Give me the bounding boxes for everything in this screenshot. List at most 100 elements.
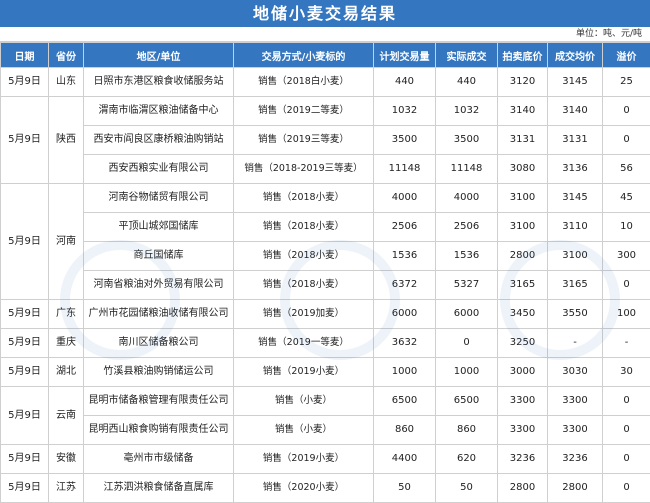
- cell-method: 销售（2019二等麦）: [234, 97, 374, 126]
- cell-date: 5月9日: [1, 329, 49, 358]
- cell-floor: 2800: [498, 242, 548, 271]
- cell-avg: -: [548, 329, 603, 358]
- cell-method: 销售（2019一等麦）: [234, 329, 374, 358]
- table-row: 河南省粮油对外贸易有限公司销售（2018小麦）63725327316531650: [1, 271, 650, 300]
- cell-floor: 3131: [498, 126, 548, 155]
- cell-province: 安徽: [49, 445, 84, 474]
- cell-unit: 亳州市市级储备: [84, 445, 234, 474]
- cell-method: 销售（小麦）: [234, 416, 374, 445]
- cell-avg: 3145: [548, 184, 603, 213]
- cell-unit: 江苏泗洪粮食储备直属库: [84, 474, 234, 503]
- header-unit: 地区/单位: [84, 43, 234, 68]
- cell-plan: 1032: [374, 97, 436, 126]
- cell-plan: 1000: [374, 358, 436, 387]
- cell-date: 5月9日: [1, 97, 49, 184]
- cell-premium: 0: [603, 416, 650, 445]
- cell-method: 销售（2018小麦）: [234, 184, 374, 213]
- table-row: 商丘国储库销售（2018小麦）1536153628003100300: [1, 242, 650, 271]
- transaction-table: 日期 省份 地区/单位 交易方式/小麦标的 计划交易量 实际成交 拍卖底价 成交…: [0, 42, 650, 503]
- header-date: 日期: [1, 43, 49, 68]
- cell-date: 5月9日: [1, 387, 49, 445]
- cell-plan: 860: [374, 416, 436, 445]
- cell-province: 陕西: [49, 97, 84, 184]
- cell-method: 销售（2018小麦）: [234, 213, 374, 242]
- cell-actual: 11148: [436, 155, 498, 184]
- cell-method: 销售（小麦）: [234, 387, 374, 416]
- cell-date: 5月9日: [1, 184, 49, 300]
- cell-unit: 商丘国储库: [84, 242, 234, 271]
- cell-avg: 3236: [548, 445, 603, 474]
- cell-premium: -: [603, 329, 650, 358]
- cell-date: 5月9日: [1, 300, 49, 329]
- cell-actual: 620: [436, 445, 498, 474]
- cell-unit: 南川区储备粮公司: [84, 329, 234, 358]
- cell-actual: 1536: [436, 242, 498, 271]
- cell-actual: 3500: [436, 126, 498, 155]
- table-row: 5月9日安徽亳州市市级储备销售（2019小麦）4400620323632360: [1, 445, 650, 474]
- cell-method: 销售（2019加麦）: [234, 300, 374, 329]
- cell-province: 江苏: [49, 474, 84, 503]
- cell-province: 广东: [49, 300, 84, 329]
- cell-unit: 平顶山城郊国储库: [84, 213, 234, 242]
- cell-method: 销售（2020小麦）: [234, 474, 374, 503]
- cell-floor: 3100: [498, 213, 548, 242]
- cell-premium: 0: [603, 445, 650, 474]
- cell-premium: 45: [603, 184, 650, 213]
- cell-avg: 3136: [548, 155, 603, 184]
- cell-actual: 5327: [436, 271, 498, 300]
- table-row: 平顶山城郊国储库销售（2018小麦）250625063100311010: [1, 213, 650, 242]
- cell-premium: 25: [603, 68, 650, 97]
- cell-plan: 1536: [374, 242, 436, 271]
- cell-unit: 昆明西山粮食购销有限责任公司: [84, 416, 234, 445]
- cell-plan: 4000: [374, 184, 436, 213]
- cell-avg: 3030: [548, 358, 603, 387]
- header-province: 省份: [49, 43, 84, 68]
- cell-floor: 3100: [498, 184, 548, 213]
- cell-province: 湖北: [49, 358, 84, 387]
- cell-premium: 0: [603, 126, 650, 155]
- header-plan: 计划交易量: [374, 43, 436, 68]
- cell-method: 销售（2019三等麦）: [234, 126, 374, 155]
- cell-unit: 竹溪县粮油购销储运公司: [84, 358, 234, 387]
- cell-actual: 860: [436, 416, 498, 445]
- table-row: 5月9日重庆南川区储备粮公司销售（2019一等麦）363203250--: [1, 329, 650, 358]
- cell-unit: 昆明市储备粮管理有限责任公司: [84, 387, 234, 416]
- cell-floor: 3450: [498, 300, 548, 329]
- cell-method: 销售（2018小麦）: [234, 242, 374, 271]
- cell-unit: 广州市花园储粮油收储有限公司: [84, 300, 234, 329]
- header-row: 日期 省份 地区/单位 交易方式/小麦标的 计划交易量 实际成交 拍卖底价 成交…: [1, 43, 650, 68]
- header-floor: 拍卖底价: [498, 43, 548, 68]
- table-row: 昆明西山粮食购销有限责任公司销售（小麦）860860330033000: [1, 416, 650, 445]
- cell-plan: 50: [374, 474, 436, 503]
- table-row: 5月9日陕西渭南市临渭区粮油储备中心销售（2019二等麦）10321032314…: [1, 97, 650, 126]
- cell-unit: 河南谷物储贸有限公司: [84, 184, 234, 213]
- cell-actual: 4000: [436, 184, 498, 213]
- cell-actual: 6000: [436, 300, 498, 329]
- cell-floor: 3300: [498, 387, 548, 416]
- cell-date: 5月9日: [1, 474, 49, 503]
- cell-method: 销售（2018-2019三等麦）: [234, 155, 374, 184]
- cell-avg: 3165: [548, 271, 603, 300]
- cell-actual: 440: [436, 68, 498, 97]
- table-row: 5月9日云南昆明市储备粮管理有限责任公司销售（小麦）65006500330033…: [1, 387, 650, 416]
- cell-premium: 0: [603, 97, 650, 126]
- cell-province: 重庆: [49, 329, 84, 358]
- cell-premium: 0: [603, 387, 650, 416]
- cell-floor: 3140: [498, 97, 548, 126]
- table-row: 5月9日湖北竹溪县粮油购销储运公司销售（2019小麦）1000100030003…: [1, 358, 650, 387]
- cell-avg: 3300: [548, 416, 603, 445]
- cell-avg: 3300: [548, 387, 603, 416]
- table-row: 5月9日河南河南谷物储贸有限公司销售（2018小麦）40004000310031…: [1, 184, 650, 213]
- cell-premium: 30: [603, 358, 650, 387]
- cell-unit: 渭南市临渭区粮油储备中心: [84, 97, 234, 126]
- table-row: 5月9日山东日照市东港区粮食收储服务站销售（2018白小麦）4404403120…: [1, 68, 650, 97]
- cell-avg: 3145: [548, 68, 603, 97]
- cell-floor: 3165: [498, 271, 548, 300]
- cell-premium: 10: [603, 213, 650, 242]
- table-row: 5月9日广东广州市花园储粮油收储有限公司销售（2019加麦）6000600034…: [1, 300, 650, 329]
- cell-province: 河南: [49, 184, 84, 300]
- cell-premium: 56: [603, 155, 650, 184]
- cell-actual: 2506: [436, 213, 498, 242]
- cell-floor: 3300: [498, 416, 548, 445]
- cell-premium: 0: [603, 474, 650, 503]
